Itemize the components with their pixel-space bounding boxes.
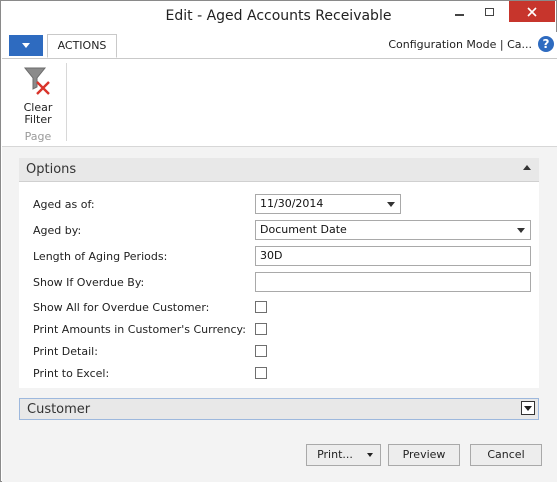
content-area: Options Aged as of: 11/30/2014 Aged by: … <box>2 147 557 482</box>
clear-filter-icon <box>23 67 50 95</box>
chevron-down-icon[interactable] <box>517 228 525 233</box>
maximize-icon <box>484 7 494 16</box>
length-of-aging-periods-value: 30D <box>260 249 283 262</box>
configuration-mode-label: Configuration Mode | Ca... <box>388 38 532 51</box>
minimize-button[interactable] <box>445 1 473 22</box>
print-amounts-in-customers-currency-label: Print Amounts in Customer's Currency: <box>33 323 246 336</box>
tab-actions[interactable]: ACTIONS <box>47 34 117 58</box>
clear-filter-button[interactable]: Clear Filter <box>16 63 60 126</box>
customer-fasttab-title: Customer <box>27 402 91 417</box>
aged-by-label: Aged by: <box>33 224 82 237</box>
preview-button[interactable]: Preview <box>388 444 460 466</box>
ribbon-actions-panel: Clear Filter Page <box>2 59 557 147</box>
length-of-aging-periods-field[interactable]: 30D <box>255 246 531 266</box>
clear-filter-label-line2: Filter <box>24 113 52 126</box>
print-detail-checkbox[interactable] <box>255 345 267 357</box>
close-icon <box>527 6 537 17</box>
show-if-overdue-by-label: Show If Overdue By: <box>33 276 145 289</box>
navigation-menu-button[interactable] <box>9 35 43 56</box>
help-icon[interactable]: ? <box>538 36 554 52</box>
show-all-for-overdue-customer-checkbox[interactable] <box>255 301 267 313</box>
title-bar[interactable]: Edit - Aged Accounts Receivable <box>1 1 556 32</box>
cancel-button[interactable]: Cancel <box>470 444 542 466</box>
print-detail-label: Print Detail: <box>33 345 98 358</box>
aged-by-value: Document Date <box>260 223 347 236</box>
report-request-window: Edit - Aged Accounts Receivable ACTIONS … <box>0 0 557 482</box>
show-all-for-overdue-customer-label: Show All for Overdue Customer: <box>33 301 210 314</box>
minimize-icon <box>454 13 464 16</box>
maximize-button[interactable] <box>475 1 503 22</box>
options-fasttab-title: Options <box>26 162 77 177</box>
print-button-label: Print... <box>317 448 353 461</box>
chevron-down-icon <box>524 406 532 411</box>
ribbon-tab-bar: ACTIONS Configuration Mode | Ca... ? <box>2 32 557 59</box>
ribbon-group-divider <box>66 63 67 141</box>
close-button[interactable] <box>509 1 555 22</box>
chevron-down-icon <box>22 43 30 48</box>
print-to-excel-label: Print to Excel: <box>33 367 110 380</box>
options-fasttab-header[interactable]: Options <box>19 158 539 182</box>
customer-fasttab-header[interactable]: Customer <box>19 398 539 420</box>
chevron-down-icon[interactable] <box>367 453 373 457</box>
aged-as-of-label: Aged as of: <box>33 198 95 211</box>
aged-as-of-field[interactable]: 11/30/2014 <box>255 194 401 214</box>
chevron-down-icon[interactable] <box>387 202 395 207</box>
options-fasttab-body: Aged as of: 11/30/2014 Aged by: Document… <box>19 182 539 388</box>
aged-as-of-value: 11/30/2014 <box>260 197 324 210</box>
length-of-aging-periods-label: Length of Aging Periods: <box>33 250 168 263</box>
chevron-up-icon[interactable] <box>523 165 531 170</box>
print-button[interactable]: Print... <box>306 444 381 466</box>
print-to-excel-checkbox[interactable] <box>255 367 267 379</box>
print-amounts-in-customers-currency-checkbox[interactable] <box>255 323 267 335</box>
ribbon-group-label: Page <box>24 130 52 143</box>
aged-by-select[interactable]: Document Date <box>255 220 531 240</box>
show-if-overdue-by-field[interactable] <box>255 272 531 292</box>
expand-button[interactable] <box>521 401 535 415</box>
